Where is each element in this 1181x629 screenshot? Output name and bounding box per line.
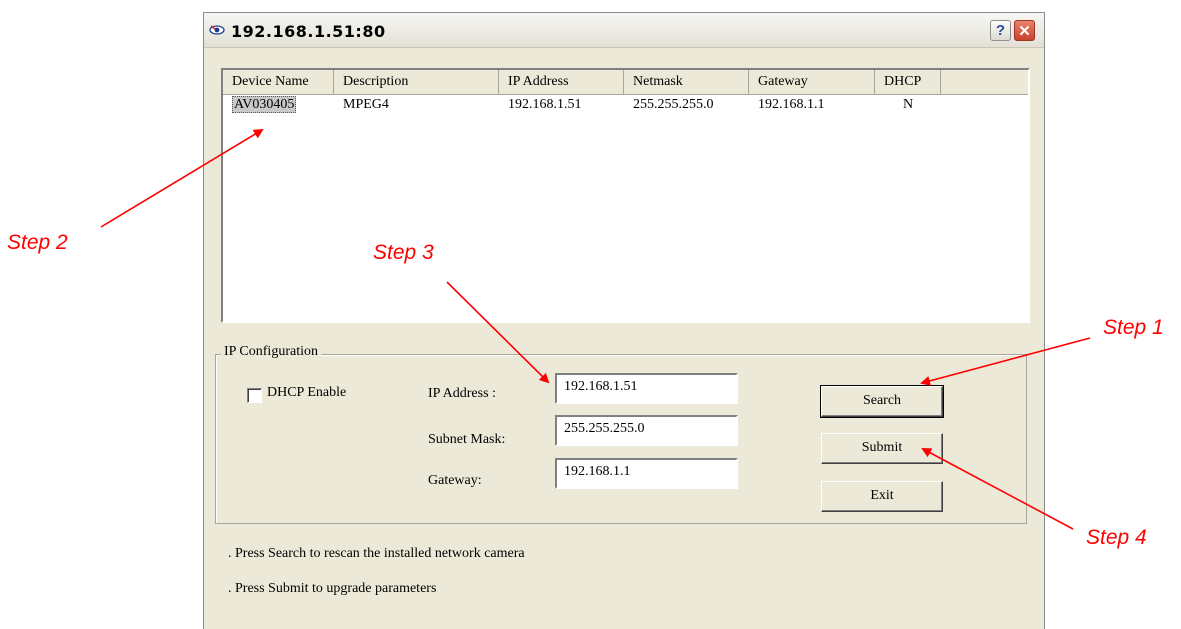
step3-annotation: Step 3 xyxy=(373,241,434,264)
annotation-arrows xyxy=(100,128,1091,530)
step2-arrow xyxy=(100,128,264,228)
step1-arrow xyxy=(920,337,1091,386)
step1-annotation: Step 1 xyxy=(1103,316,1164,339)
step2-annotation: Step 2 xyxy=(7,231,68,254)
step3-arrow xyxy=(446,281,550,384)
step4-annotation: Step 4 xyxy=(1086,526,1147,549)
step4-arrow xyxy=(921,448,1074,530)
